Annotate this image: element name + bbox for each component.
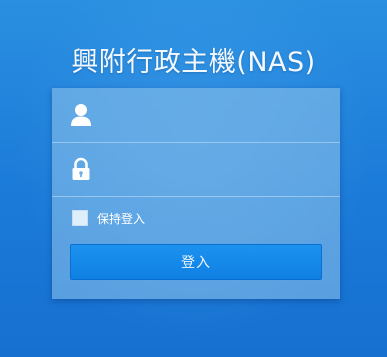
username-input[interactable] (104, 96, 332, 136)
remember-me-label: 保持登入 (97, 211, 146, 226)
remember-me-checkbox[interactable] (72, 210, 88, 226)
login-panel: 保持登入 登入 (52, 88, 340, 299)
lock-icon (70, 157, 92, 181)
username-row (52, 88, 340, 143)
remember-me[interactable]: 保持登入 (72, 208, 145, 228)
password-input[interactable] (104, 150, 332, 190)
password-row (52, 142, 340, 197)
user-icon (70, 103, 92, 127)
login-button[interactable]: 登入 (70, 244, 322, 280)
page-title: 興附行政主機(NAS) (71, 47, 316, 78)
